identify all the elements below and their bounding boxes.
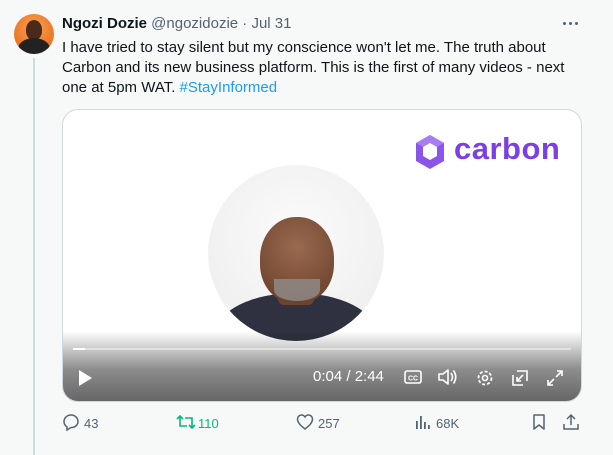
author-name[interactable]: Ngozi Dozie <box>62 15 147 32</box>
heart-icon <box>296 414 314 430</box>
volume-icon[interactable] <box>437 367 459 387</box>
views-count: 68K <box>436 416 460 431</box>
progress-fill <box>73 348 86 350</box>
avatar-shoulders <box>18 38 50 54</box>
avatar-head <box>26 20 42 40</box>
tweet-body: I have tried to stay silent but my consc… <box>62 39 565 96</box>
video-player[interactable]: carbon 0:04 / 2:44 CC <box>62 109 582 402</box>
captions-icon[interactable]: CC <box>404 369 422 385</box>
tweet-text: I have tried to stay silent but my consc… <box>62 38 582 98</box>
hashtag-link[interactable]: #StayInformed <box>180 79 278 96</box>
avatar[interactable] <box>14 14 54 54</box>
picture-in-picture-icon[interactable] <box>511 369 529 387</box>
views-bar-chart-icon <box>416 416 430 429</box>
video-frame-portrait <box>208 165 384 341</box>
settings-gear-icon[interactable] <box>475 368 495 388</box>
header-separator: · <box>242 15 248 32</box>
reply-icon <box>63 414 79 431</box>
person-beard <box>274 279 320 301</box>
thread-line <box>33 58 35 455</box>
tweet-actions: 43 110 257 68K <box>62 410 582 438</box>
carbon-hexagon-icon <box>416 135 444 169</box>
play-icon[interactable] <box>76 369 94 387</box>
reply-count: 43 <box>84 416 99 431</box>
fullscreen-icon[interactable] <box>546 369 564 387</box>
share-icon <box>563 413 579 430</box>
progress-bar[interactable] <box>73 348 571 350</box>
retweet-icon <box>176 414 196 430</box>
video-time: 0:04 / 2:44 <box>313 368 384 385</box>
tweet-header: Ngozi Dozie @ngozidozie · Jul 31 <box>62 15 292 33</box>
tweet[interactable]: Ngozi Dozie @ngozidozie · Jul 31 I have … <box>0 0 613 455</box>
author-handle[interactable]: @ngozidozie <box>151 15 238 32</box>
tweet-date[interactable]: Jul 31 <box>251 15 291 32</box>
svg-text:CC: CC <box>408 376 418 383</box>
controls-overlay <box>63 331 581 401</box>
bookmark-icon <box>533 414 545 430</box>
like-count: 257 <box>318 416 340 431</box>
more-options-icon[interactable] <box>561 13 581 33</box>
retweet-count: 110 <box>198 416 219 431</box>
brand-logo-text: carbon <box>454 131 561 166</box>
